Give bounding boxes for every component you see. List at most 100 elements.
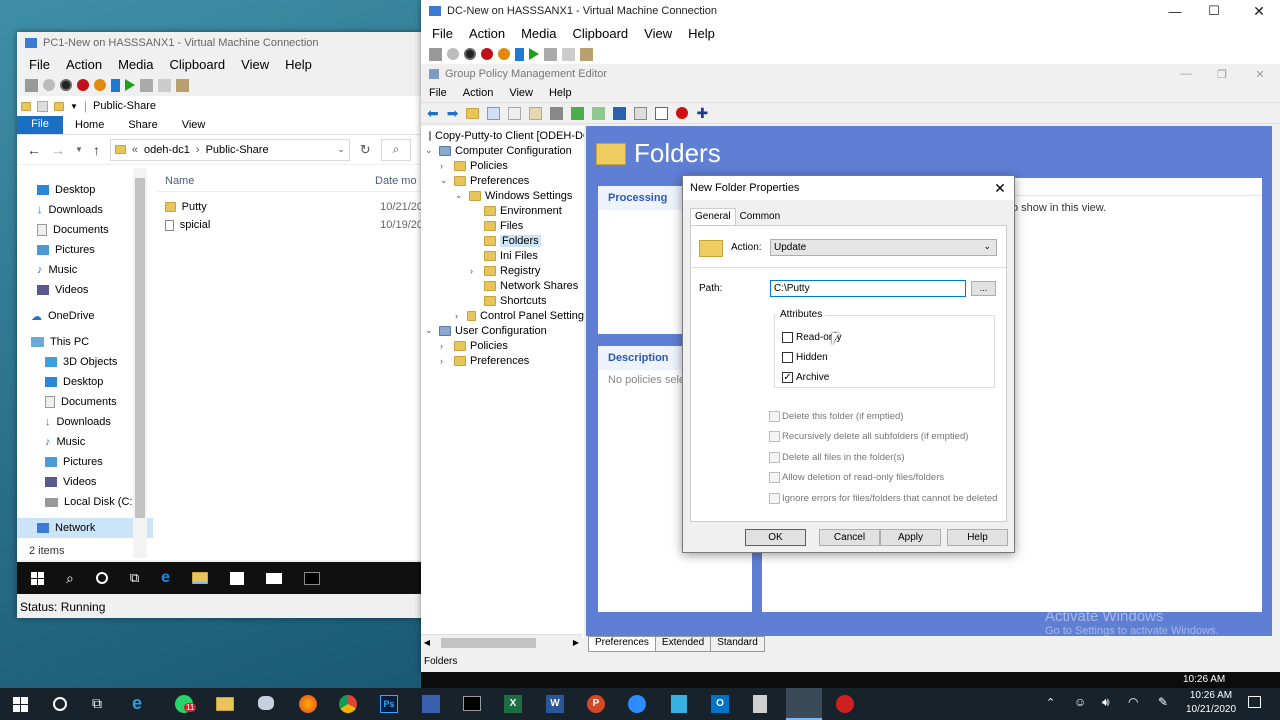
cortana-icon[interactable] (53, 697, 67, 711)
nav-pc-music[interactable]: ♪ Music (45, 432, 147, 452)
terminal-icon[interactable] (463, 696, 481, 711)
nav-onedrive[interactable]: ☁ OneDrive (31, 306, 147, 326)
address-bar[interactable]: « odeh-dc1 › Public-Share ⌄ (109, 138, 350, 161)
refresh-icon[interactable]: ↻ (360, 142, 371, 158)
expand-down-icon[interactable]: ⌄ (440, 175, 450, 186)
address-seg-1[interactable]: odeh-dc1 (144, 144, 190, 156)
shutdown-icon[interactable] (481, 48, 493, 60)
tab-preferences[interactable]: Preferences (588, 636, 656, 652)
save-icon[interactable] (498, 48, 510, 60)
tab-standard[interactable]: Standard (711, 636, 765, 652)
recent-chevron-icon[interactable]: ▼ (75, 145, 83, 154)
option-checkbox-row[interactable]: Delete all files in the folder(s) (769, 447, 997, 468)
menu-view[interactable]: View (233, 57, 277, 72)
tree-item[interactable]: ⌄ Windows Settings (421, 188, 584, 203)
option-checkbox-row[interactable]: Ignore errors for files/folders that can… (769, 488, 997, 509)
photoshop-icon[interactable]: Ps (380, 695, 398, 713)
menu-file[interactable]: File (424, 26, 461, 41)
nav-scrollbar[interactable] (133, 168, 147, 558)
start-icon[interactable] (43, 79, 55, 91)
resume-icon[interactable] (125, 79, 135, 91)
nav-desktop[interactable]: Desktop📌 (37, 180, 147, 200)
azure-icon[interactable] (671, 695, 687, 713)
checkbox[interactable] (782, 331, 793, 343)
pause-icon[interactable] (515, 47, 524, 61)
nav-pictures[interactable]: Pictures (37, 240, 147, 260)
edge-icon[interactable]: e (161, 569, 170, 587)
forward-arrow-icon[interactable]: ➡ (447, 105, 459, 122)
expand-down-icon[interactable]: ⌄ (455, 190, 465, 201)
ctrl-alt-del-icon[interactable] (429, 47, 442, 61)
up-arrow-icon[interactable]: ↑ (93, 142, 100, 158)
gpm-restore-icon[interactable]: ❐ (1204, 68, 1240, 81)
tab-share[interactable]: Share (116, 116, 169, 134)
nav-3d-objects[interactable]: 3D Objects (45, 352, 147, 372)
action-select[interactable]: Update ⌄ (770, 239, 997, 256)
file-explorer-icon[interactable] (192, 572, 209, 584)
tree-item[interactable]: Ini Files (421, 248, 584, 263)
clock[interactable]: 10:26 AM 10/21/2020 (1180, 689, 1242, 717)
nav-this-pc[interactable]: This PC (31, 332, 147, 352)
tree-item[interactable]: › Policies (421, 158, 584, 173)
properties-icon[interactable] (655, 106, 669, 120)
expand-right-icon[interactable]: › (440, 161, 450, 171)
menu-help[interactable]: Help (277, 57, 320, 72)
tree-item[interactable]: ⌄ Preferences (421, 173, 584, 188)
tree-item[interactable]: Environment (421, 203, 584, 218)
zoom-icon[interactable] (628, 695, 646, 713)
refresh-icon[interactable] (571, 106, 585, 120)
path-input[interactable]: C:\Putty (770, 280, 966, 297)
screen-recorder-icon[interactable] (836, 695, 854, 713)
nav-music[interactable]: ♪ Music (37, 260, 147, 280)
tree-item[interactable]: Shortcuts (421, 293, 584, 308)
shutdown-icon[interactable] (77, 79, 89, 91)
gpm-close-icon[interactable]: ✕ (1240, 68, 1280, 81)
menu-help[interactable]: Help (680, 26, 723, 41)
properties-icon[interactable] (37, 100, 48, 112)
menu-clipboard[interactable]: Clipboard (565, 26, 637, 41)
nav-pc-downloads[interactable]: ↓ Downloads (45, 412, 147, 432)
file-row[interactable]: spicial 10/19/20 (157, 216, 423, 234)
maximize-icon[interactable]: ☐ (1190, 3, 1238, 19)
notifications-icon[interactable] (1248, 696, 1261, 708)
search-box[interactable]: ⌕ (380, 138, 411, 161)
gpm-menu-help[interactable]: Help (541, 87, 580, 99)
nav-pc-desktop[interactable]: Desktop (45, 372, 147, 392)
tree-item[interactable]: ⌄ Computer Configuration (421, 143, 584, 158)
chrome-icon[interactable] (339, 695, 357, 713)
file-row[interactable]: Putty 10/21/20 (157, 198, 423, 216)
search-icon[interactable]: ⌕ (66, 570, 74, 587)
address-overflow-icon[interactable]: « (132, 144, 138, 156)
enhanced-session-icon[interactable] (176, 78, 189, 92)
show-hidden-icons[interactable]: ⌃ (1046, 696, 1055, 709)
tab-view[interactable]: View (170, 116, 218, 134)
mail-icon[interactable] (266, 572, 283, 584)
excel-icon[interactable]: X (504, 695, 522, 713)
checkbox[interactable] (782, 351, 793, 363)
help-button[interactable]: Help (947, 529, 1008, 546)
checkbox[interactable] (769, 410, 780, 422)
option-checkbox-row[interactable]: Allow deletion of read-only files/folder… (769, 468, 997, 489)
nav-downloads[interactable]: ↓ Downloads (37, 200, 147, 220)
print-icon[interactable] (550, 106, 564, 120)
tree-hscrollbar[interactable]: ◀ ▶ (421, 634, 582, 650)
tab-home[interactable]: Home (63, 116, 116, 134)
tree-item[interactable]: Network Shares (421, 278, 584, 293)
forward-arrow-icon[interactable]: → (51, 142, 65, 158)
close-icon[interactable]: ✕ (1238, 3, 1280, 20)
checkbox[interactable] (769, 492, 780, 504)
dialog-close-icon[interactable]: ✕ (986, 180, 1014, 197)
add-icon[interactable]: ✚ (696, 105, 708, 122)
checkbox[interactable]: ✓ (782, 371, 793, 383)
paste-icon[interactable] (529, 106, 543, 120)
expand-right-icon[interactable]: › (440, 356, 450, 366)
powerpoint-icon[interactable]: P (587, 695, 605, 713)
minimize-icon[interactable]: — (1160, 4, 1190, 19)
new-folder-icon[interactable] (54, 101, 64, 111)
vm-connection-icon[interactable] (786, 688, 822, 720)
wifi-icon[interactable]: ◠ (1128, 695, 1138, 709)
windows-start-icon[interactable] (13, 697, 28, 712)
outlook-icon[interactable]: O (711, 695, 729, 713)
nav-pc-documents[interactable]: Documents (45, 392, 147, 412)
gpm-menu-view[interactable]: View (501, 87, 541, 99)
